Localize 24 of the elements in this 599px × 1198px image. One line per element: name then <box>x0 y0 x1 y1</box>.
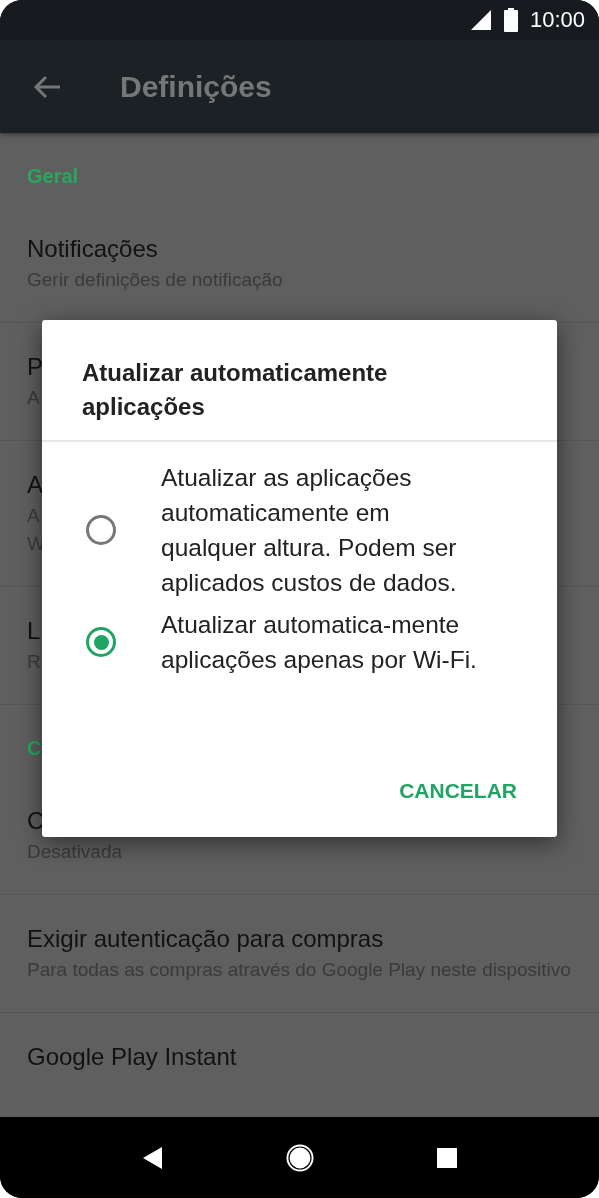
settings-item[interactable]: Google Play Instant <box>0 1013 599 1102</box>
item-title: L <box>27 616 41 646</box>
option-label: Atualizar as aplicações automaticamente em qualquer altura. Podem ser aplicados custos de dados. <box>161 463 458 598</box>
clock: 10:00 <box>529 7 585 33</box>
battery-icon <box>503 8 518 32</box>
section-header: C <box>27 736 42 761</box>
dialog-title: Atualizar automaticamente aplicações <box>82 358 389 422</box>
item-title: Exigir autenticação para compras <box>27 924 384 954</box>
item-title: P <box>27 352 43 382</box>
radio-button[interactable] <box>86 627 116 657</box>
recents-icon[interactable] <box>436 1147 457 1168</box>
item-title: Notificações <box>27 234 158 264</box>
back-arrow-icon <box>33 74 61 99</box>
section-header: Geral <box>27 164 79 189</box>
item-title: A <box>27 470 43 500</box>
back-icon[interactable] <box>142 1146 163 1169</box>
cancel-button[interactable]: CANCELAR <box>385 771 531 811</box>
item-title: Google Play Instant <box>27 1042 237 1072</box>
radio-button[interactable] <box>86 515 116 545</box>
home-icon[interactable] <box>285 1143 314 1172</box>
toolbar-title: Definições <box>120 69 272 104</box>
item-title: C <box>27 806 45 836</box>
signal-icon <box>469 9 492 31</box>
option-label: Atualizar automatica-mente aplicações apenas por Wi-Fi. <box>161 610 478 675</box>
